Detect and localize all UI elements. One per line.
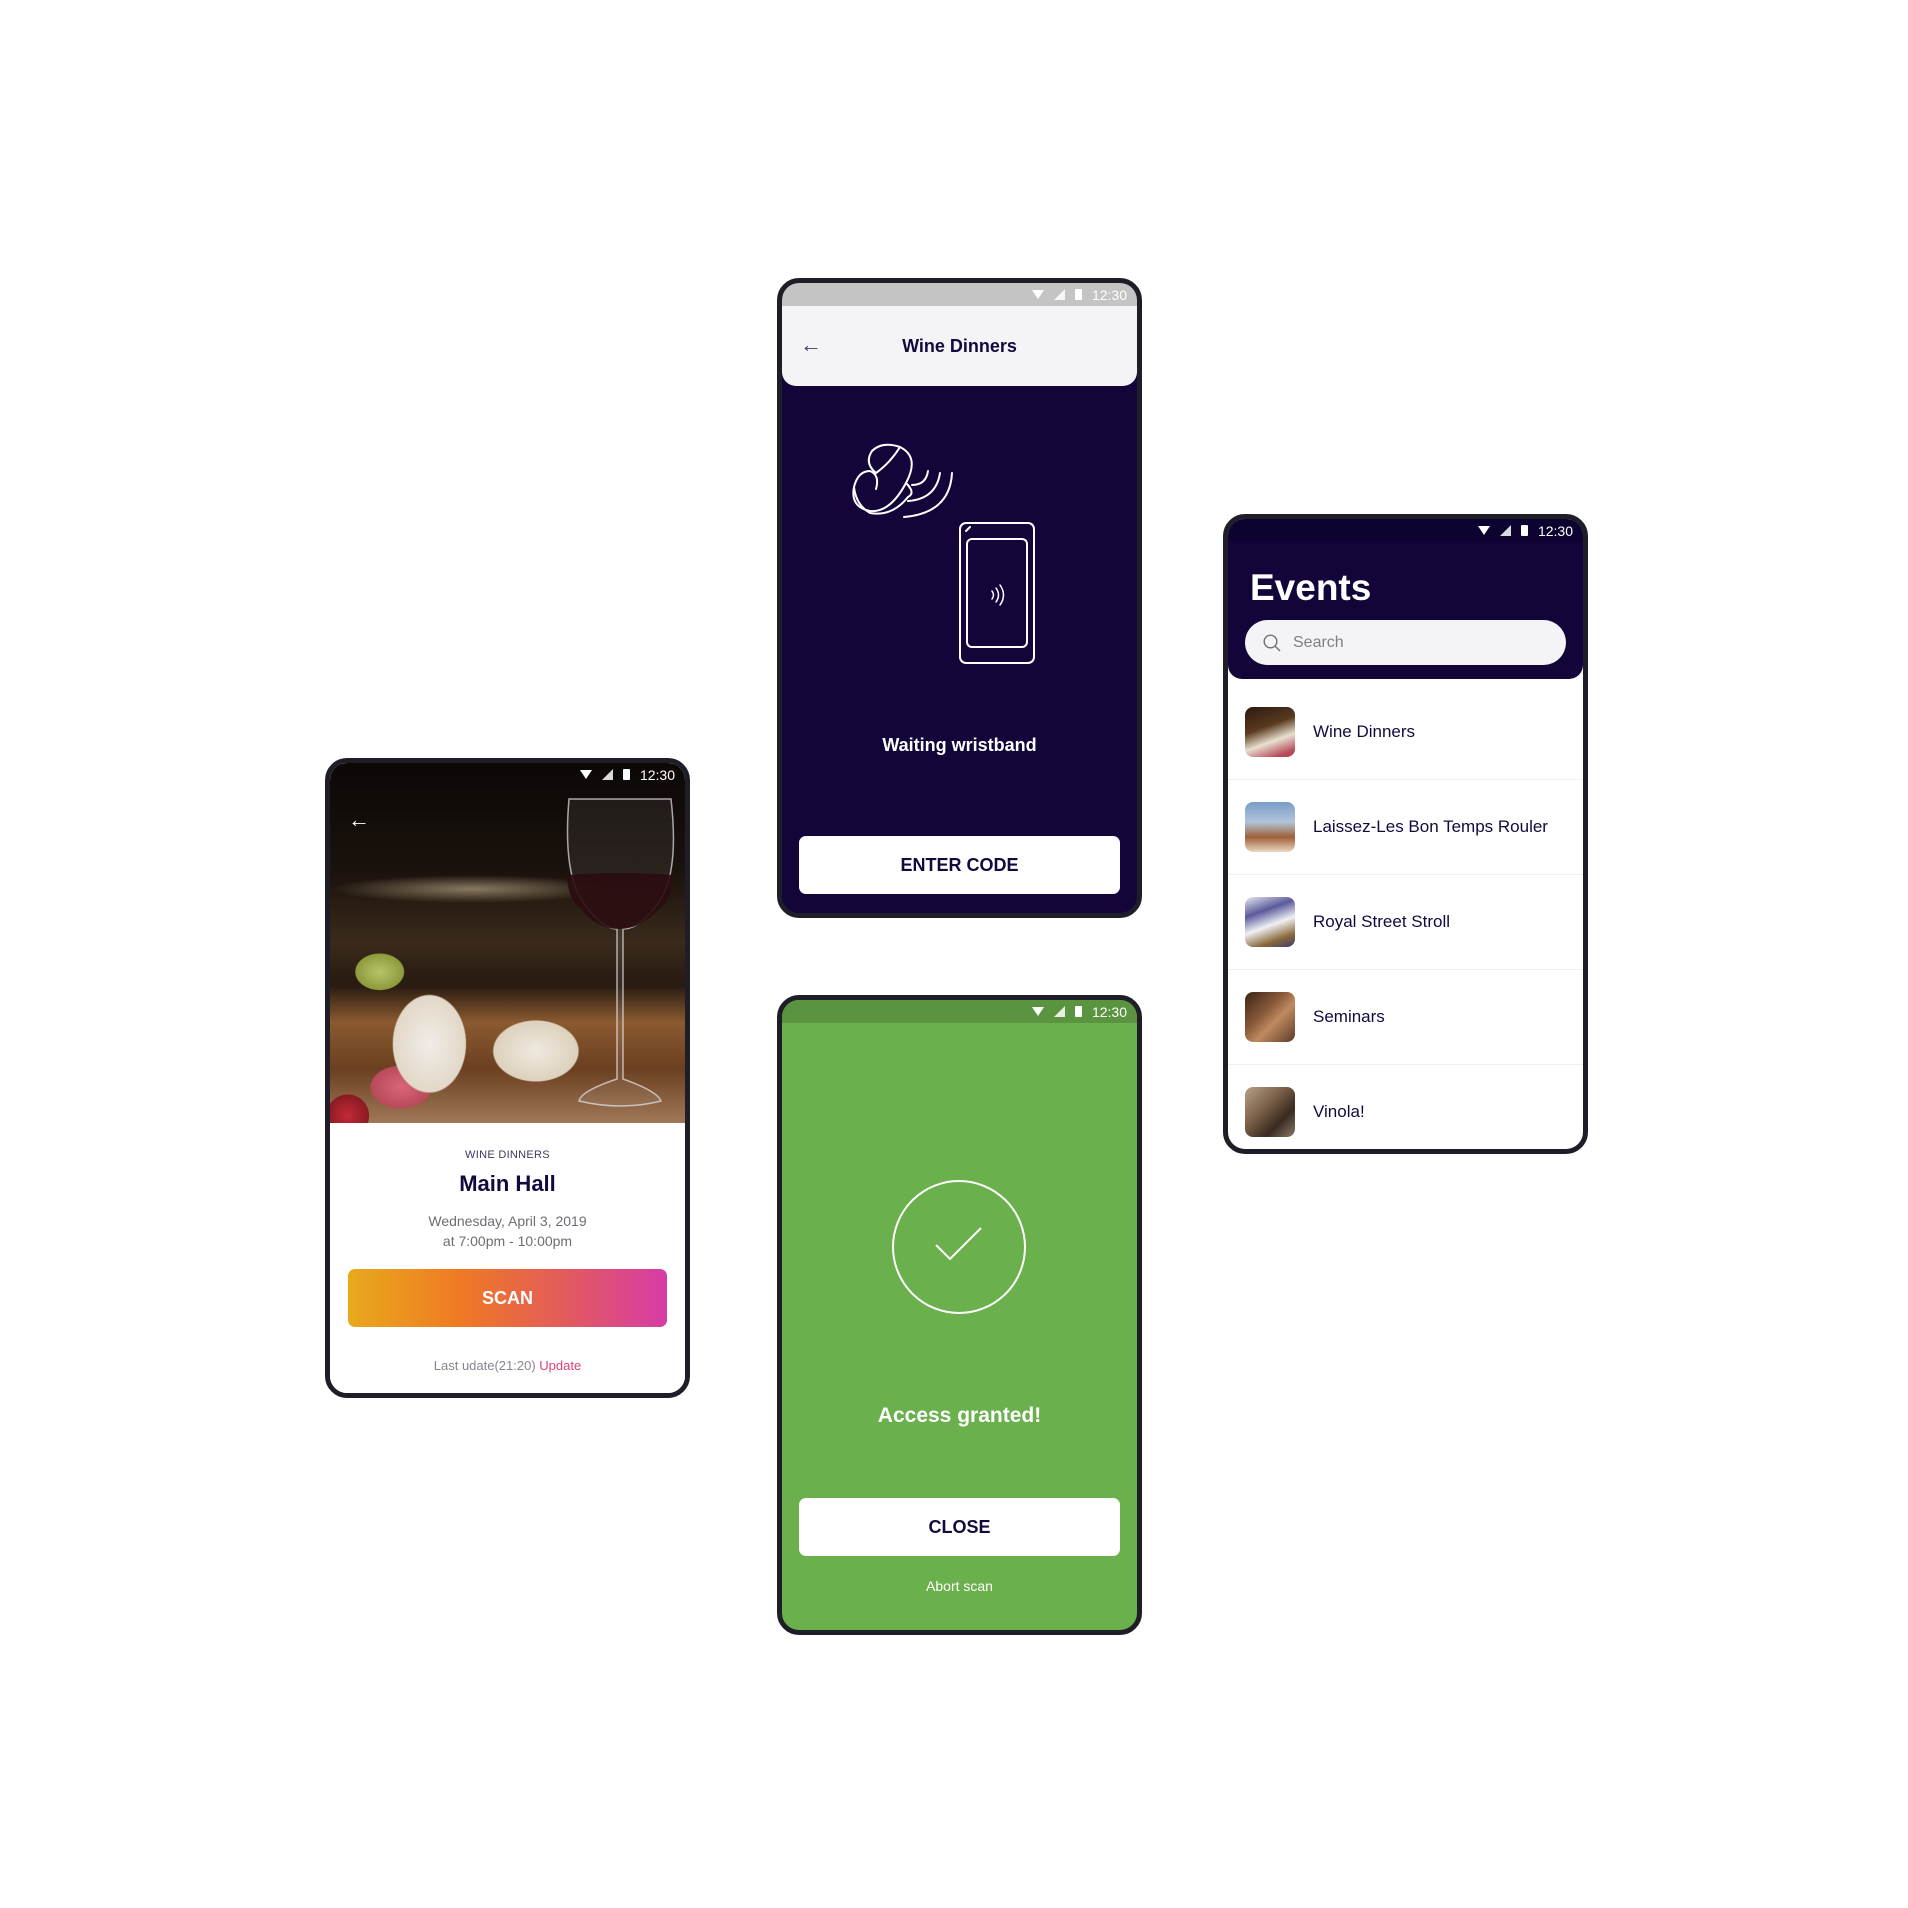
list-item[interactable]: Vinola! [1228,1065,1583,1149]
search-icon [1263,633,1281,651]
app-bar: ← Wine Dinners [782,306,1137,386]
list-item[interactable]: Wine Dinners [1228,685,1583,780]
event-detail-screen: 12:30 ← WINE DINNERS Main Hall Wednesday… [325,758,690,1398]
event-name: Seminars [1313,1007,1385,1026]
event-name: Laissez-Les Bon Temps Rouler [1313,817,1548,836]
event-category: WINE DINNERS [465,1149,550,1161]
wristband-nfc-icon [852,443,1035,664]
wifi-icon [1031,290,1044,299]
battery-icon [622,769,630,780]
signal-icon [1053,1006,1065,1017]
wifi-icon [579,770,592,779]
update-link[interactable]: Update [539,1358,581,1373]
list-item[interactable]: Laissez-Les Bon Temps Rouler [1228,780,1583,875]
event-time: at 7:00pm - 10:00pm [442,1233,573,1249]
event-date: Wednesday, April 3, 2019 [428,1213,587,1229]
back-arrow-icon[interactable]: ← [800,334,822,356]
battery-icon [1074,289,1082,300]
page-title: Events [1250,567,1372,608]
wifi-icon [1031,1007,1044,1016]
last-update-row: Last udate(21:20) Update [330,1358,685,1373]
signal-icon [601,769,613,780]
event-name: Wine Dinners [1313,722,1416,741]
event-hero-image [330,763,685,1123]
access-granted-screen: 12:30 Access granted! CLOSE Abort scan [777,995,1142,1635]
status-bar: 12:30 [782,283,1137,306]
status-time: 12:30 [1091,286,1127,303]
abort-scan-link[interactable]: Abort scan [782,1578,1137,1594]
battery-icon [1520,525,1528,536]
check-circle-icon [892,1180,1026,1314]
access-granted-message: Access granted! [877,1404,1042,1427]
close-button[interactable]: CLOSE [799,1498,1120,1556]
event-datetime: Wednesday, April 3, 2019 at 7:00pm - 10:… [330,1211,685,1251]
events-header: 12:30 Events [1228,519,1583,679]
status-bar: 12:30 [330,763,685,786]
status-bar: 12:30 [782,1000,1137,1023]
events-list-screen: 12:30 Events Wine Dinners Laissez-Les Bo… [1223,514,1588,1154]
event-name: Royal Street Stroll [1313,912,1450,931]
status-time: 12:30 [639,766,675,783]
list-item[interactable]: Royal Street Stroll [1228,875,1583,970]
event-thumbnail [1245,802,1295,852]
wine-glass-graphic [566,798,675,1107]
search-input[interactable] [1291,632,1525,653]
screen-title: Wine Dinners [902,335,1017,356]
wifi-icon [1477,526,1490,535]
waiting-message: Waiting wristband [882,735,1037,755]
event-info: WINE DINNERS Main Hall Wednesday, April … [330,1123,685,1393]
waiting-wristband-screen: 12:30 ← Wine Dinners Waiting wristband E… [777,278,1142,918]
event-thumbnail [1245,707,1295,757]
event-title: Main Hall [459,1171,556,1196]
scan-button[interactable]: SCAN [348,1269,667,1327]
event-name: Vinola! [1313,1102,1365,1121]
battery-icon [1074,1006,1082,1017]
status-bar: 12:30 [1228,519,1583,542]
signal-icon [1053,289,1065,300]
event-thumbnail [1245,1087,1295,1137]
events-list: Wine Dinners Laissez-Les Bon Temps Roule… [1228,685,1583,1149]
last-update-text: Last udate(21:20) [433,1358,536,1373]
event-thumbnail [1245,897,1295,947]
search-bar[interactable] [1245,620,1566,665]
status-time: 12:30 [1091,1003,1127,1020]
signal-icon [1499,525,1511,536]
event-thumbnail [1245,992,1295,1042]
enter-code-button[interactable]: ENTER CODE [799,836,1120,894]
list-item[interactable]: Seminars [1228,970,1583,1065]
back-arrow-icon[interactable]: ← [348,809,370,831]
status-time: 12:30 [1537,522,1573,539]
